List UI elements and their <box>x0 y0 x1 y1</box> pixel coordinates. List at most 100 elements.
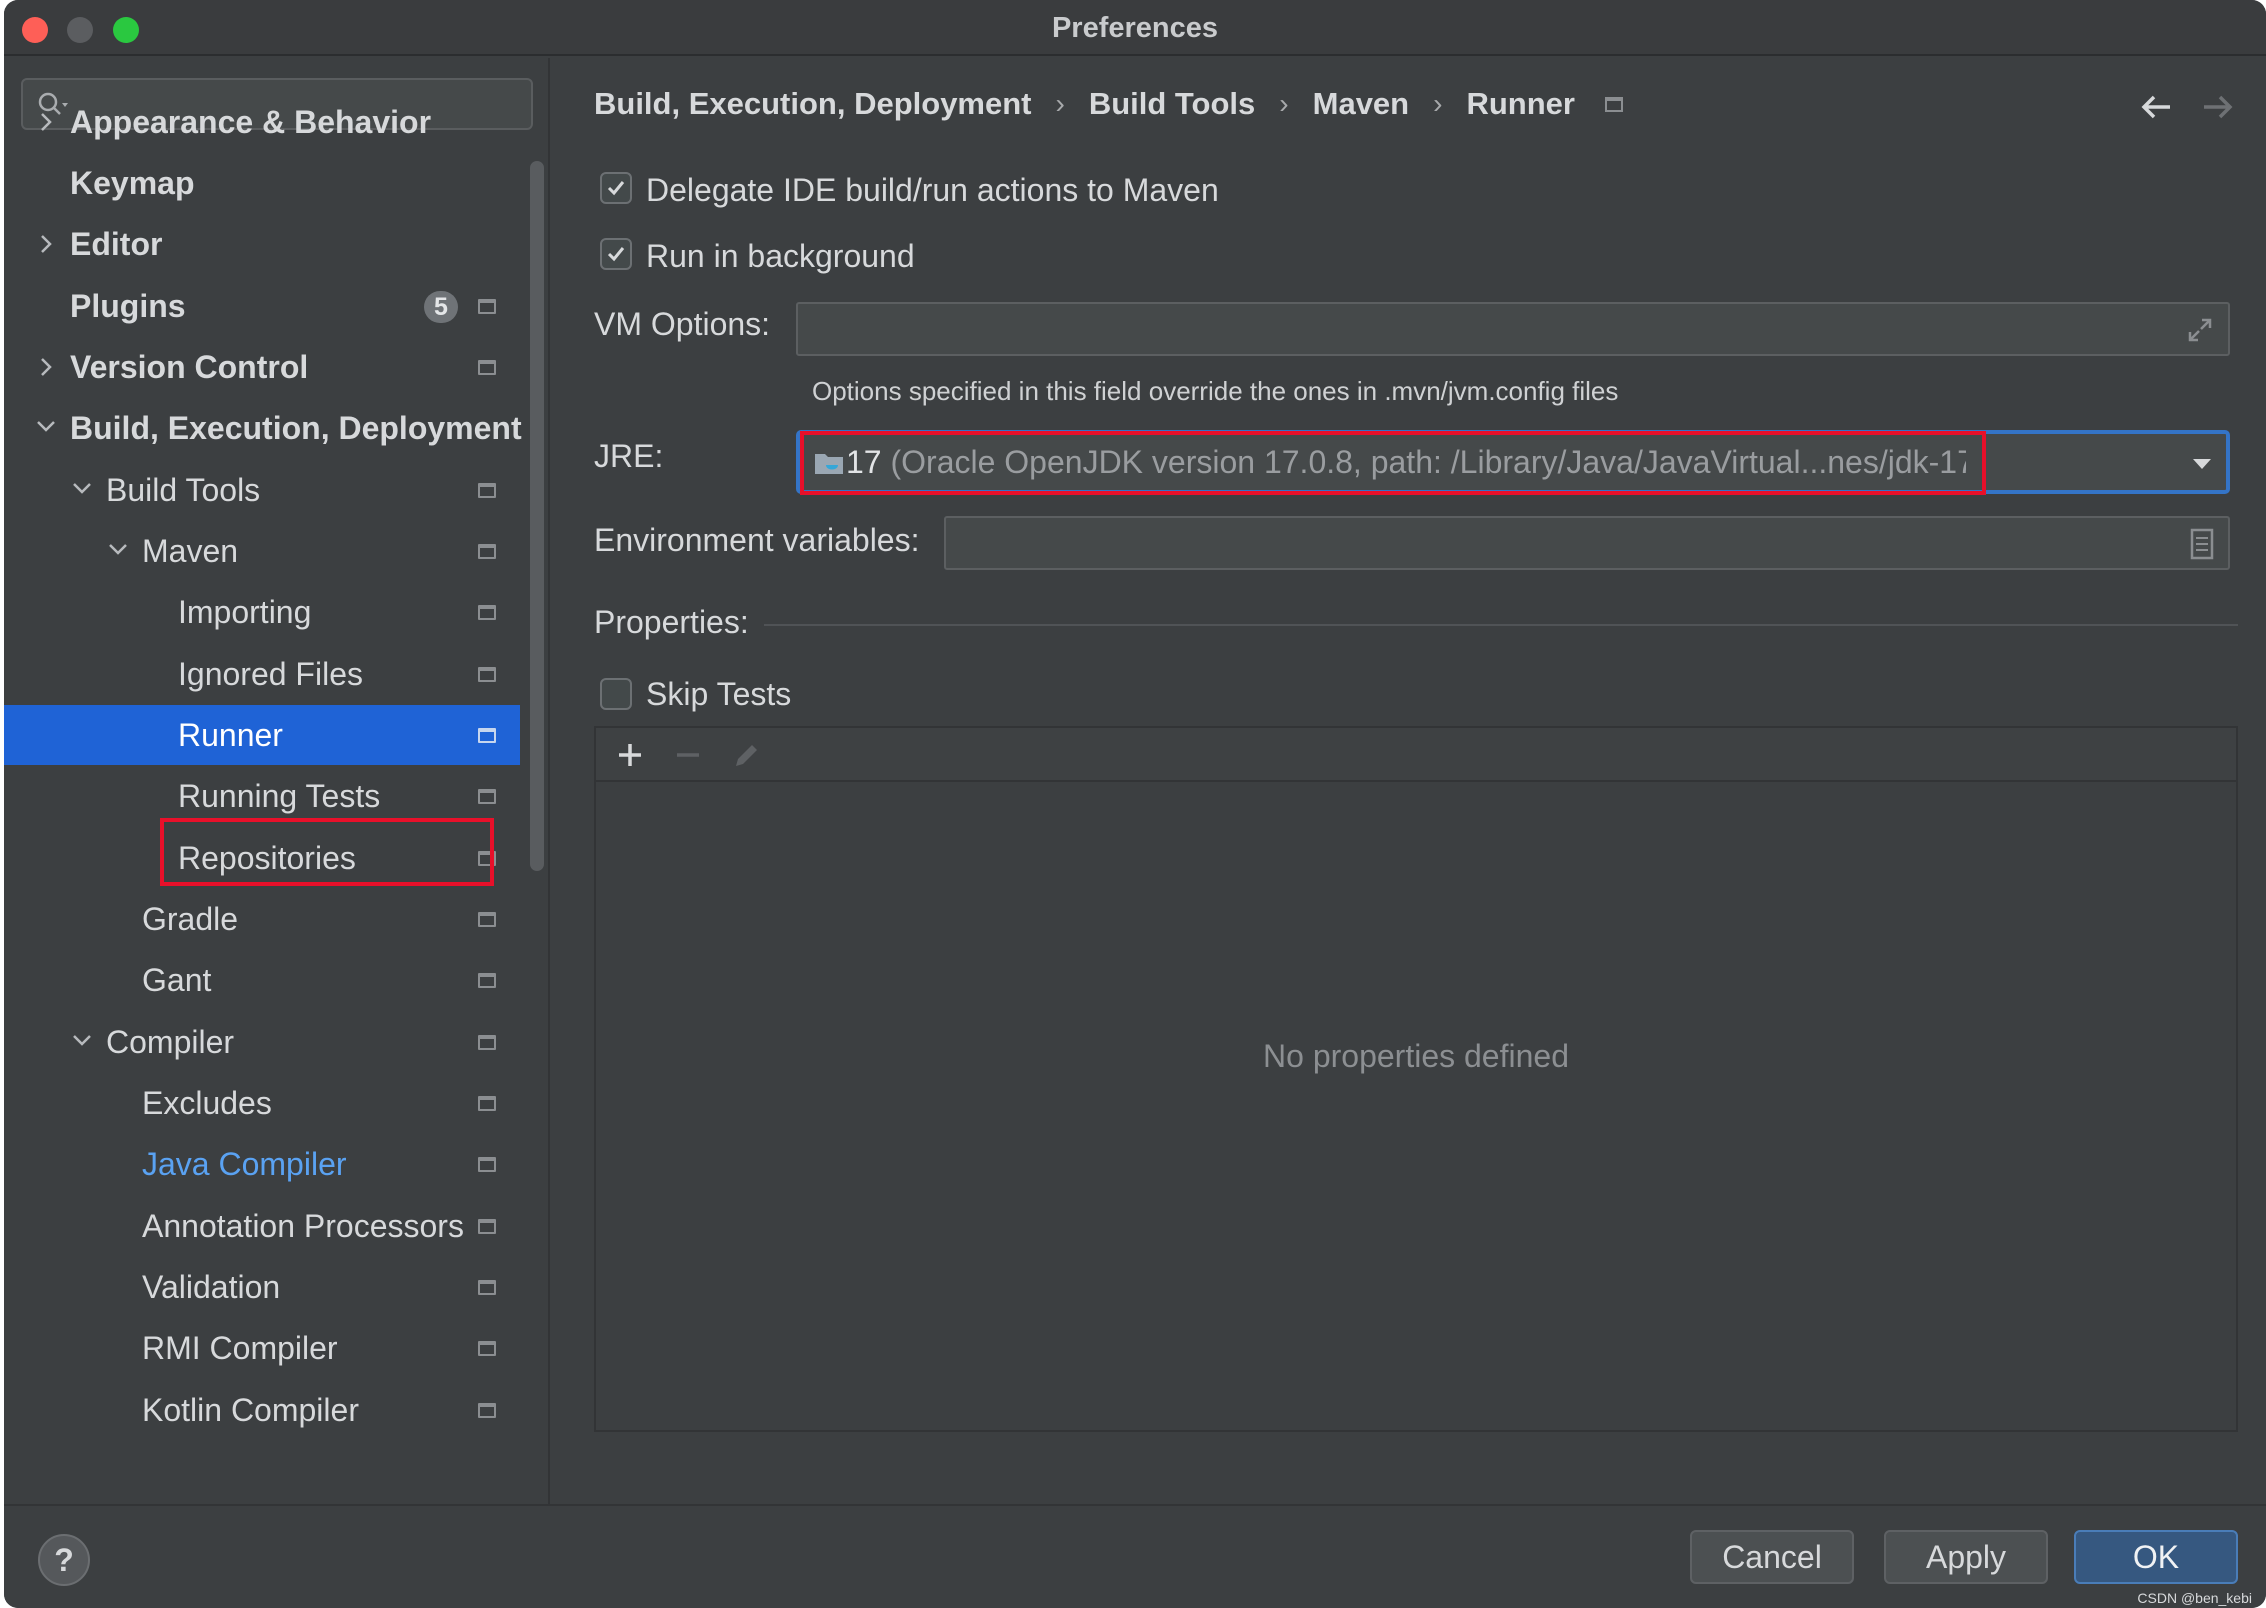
project-scope-icon <box>478 1280 496 1295</box>
sidebar-item-label: Maven <box>142 533 239 569</box>
dialog-footer: ? Cancel Apply OK CSDN @ben_kebi <box>4 1504 2266 1608</box>
breadcrumb-item[interactable]: Maven <box>1313 86 1409 122</box>
project-scope-icon <box>478 789 496 804</box>
project-scope-icon <box>478 851 496 866</box>
sidebar-item-label: Plugins <box>70 288 186 324</box>
sidebar-item-keymap[interactable]: Keymap <box>4 153 520 213</box>
chevron-down-icon[interactable] <box>66 460 96 520</box>
sidebar-item-build-tools[interactable]: Build Tools <box>4 460 520 520</box>
project-scope-icon <box>478 605 496 620</box>
edit-pencil-icon[interactable] <box>726 736 766 774</box>
sidebar-item-maven[interactable]: Maven <box>4 521 520 581</box>
sidebar-item-editor[interactable]: Editor <box>4 214 520 274</box>
sidebar-item-ignored-files[interactable]: Ignored Files <box>4 644 520 704</box>
jdk-folder-icon <box>815 454 843 474</box>
delegate-build-label[interactable]: Delegate IDE build/run actions to Maven <box>646 172 1219 209</box>
project-scope-icon <box>478 1341 496 1356</box>
project-scope-icon <box>1604 96 1623 112</box>
sidebar-item-kotlin-compiler[interactable]: Kotlin Compiler <box>4 1380 520 1440</box>
sidebar-item-gant[interactable]: Gant <box>4 950 520 1010</box>
sidebar-item-label: Gradle <box>142 901 239 937</box>
sidebar-item-label: Annotation Processors <box>142 1208 464 1244</box>
ok-button[interactable]: OK <box>2074 1530 2238 1584</box>
sidebar-item-running-tests[interactable]: Running Tests <box>4 766 520 826</box>
runner-settings-panel: Build, Execution, Deployment › Build Too… <box>552 58 2266 1504</box>
sidebar-item-gradle[interactable]: Gradle <box>4 889 520 949</box>
apply-button[interactable]: Apply <box>1884 1530 2048 1584</box>
sidebar-scrollbar[interactable] <box>530 161 544 871</box>
project-scope-icon <box>478 1096 496 1111</box>
project-scope-icon <box>478 912 496 927</box>
settings-sidebar: Appearance & Behavior Keymap Editor Plug… <box>4 58 550 1504</box>
delegate-build-checkbox[interactable] <box>600 172 632 204</box>
sidebar-item-repositories[interactable]: Repositories <box>4 828 520 888</box>
sidebar-item-label: Kotlin Compiler <box>142 1392 359 1428</box>
sidebar-item-rmi-compiler[interactable]: RMI Compiler <box>4 1318 520 1378</box>
run-in-background-checkbox[interactable] <box>600 238 632 270</box>
sidebar-item-validation[interactable]: Validation <box>4 1257 520 1317</box>
sidebar-item-annotation-processors[interactable]: Annotation Processors <box>4 1196 520 1256</box>
expand-icon[interactable] <box>2186 316 2214 344</box>
sidebar-item-label: Importing <box>178 594 312 630</box>
jre-version: 17 <box>846 444 882 480</box>
sidebar-item-label: Java Compiler <box>142 1146 347 1182</box>
sidebar-item-label: Compiler <box>106 1024 235 1060</box>
cancel-button[interactable]: Cancel <box>1690 1530 1854 1584</box>
sidebar-item-label: Gant <box>142 962 212 998</box>
remove-icon[interactable] <box>668 736 708 774</box>
chevron-right-icon[interactable] <box>32 337 62 397</box>
project-scope-icon <box>478 667 496 682</box>
skip-tests-label[interactable]: Skip Tests <box>646 676 791 713</box>
project-scope-icon <box>478 1403 496 1418</box>
jre-dropdown[interactable]: 17 (Oracle OpenJDK version 17.0.8, path:… <box>796 430 2230 494</box>
jre-detail: (Oracle OpenJDK version 17.0.8, path: /L… <box>890 444 1966 480</box>
breadcrumb-item[interactable]: Build, Execution, Deployment <box>594 86 1032 122</box>
sidebar-item-plugins[interactable]: Plugins 5 <box>4 276 520 336</box>
sidebar-item-label: Keymap <box>70 165 195 201</box>
sidebar-item-label: Appearance & Behavior <box>70 104 432 140</box>
breadcrumb-item[interactable]: Build Tools <box>1089 86 1255 122</box>
sidebar-item-importing[interactable]: Importing <box>4 582 520 642</box>
sidebar-item-build-execution-deployment[interactable]: Build, Execution, Deployment <box>4 398 522 458</box>
sidebar-item-label: Repositories <box>178 840 356 876</box>
vm-options-label: VM Options: <box>594 306 771 342</box>
environment-variables-label: Environment variables: <box>594 522 920 558</box>
chevron-down-icon[interactable] <box>2192 458 2212 470</box>
sidebar-item-appearance-behavior[interactable]: Appearance & Behavior <box>4 92 520 152</box>
back-arrow-icon[interactable] <box>2138 92 2174 122</box>
project-scope-icon <box>478 1157 496 1172</box>
properties-table: No properties defined <box>594 726 2238 1432</box>
project-scope-icon <box>478 1219 496 1234</box>
skip-tests-checkbox[interactable] <box>600 678 632 710</box>
chevron-down-icon[interactable] <box>102 521 132 581</box>
breadcrumb-item: Runner <box>1466 86 1575 121</box>
project-scope-icon <box>478 360 496 375</box>
chevron-down-icon[interactable] <box>30 398 60 458</box>
sidebar-item-java-compiler[interactable]: Java Compiler <box>4 1134 520 1194</box>
sidebar-item-runner[interactable]: Runner <box>4 705 520 765</box>
vm-options-input[interactable] <box>796 302 2230 356</box>
environment-variables-input[interactable] <box>944 516 2230 570</box>
sidebar-item-excludes[interactable]: Excludes <box>4 1073 520 1133</box>
sidebar-item-version-control[interactable]: Version Control <box>4 337 520 397</box>
project-scope-icon <box>478 299 496 314</box>
browse-document-icon[interactable] <box>2190 528 2214 560</box>
chevron-right-icon[interactable] <box>32 92 62 152</box>
project-scope-icon <box>478 973 496 988</box>
sidebar-item-compiler[interactable]: Compiler <box>4 1012 520 1072</box>
sidebar-item-label: Ignored Files <box>178 656 363 692</box>
breadcrumb: Build, Execution, Deployment › Build Too… <box>594 86 1623 122</box>
add-icon[interactable] <box>610 736 650 774</box>
properties-separator <box>764 624 2238 626</box>
properties-toolbar <box>596 728 2236 782</box>
vm-options-hint: Options specified in this field override… <box>812 376 1619 406</box>
preferences-window: Preferences Appearance & Behavior Keymap… <box>4 0 2266 1608</box>
chevron-down-icon[interactable] <box>66 1012 96 1072</box>
forward-arrow-icon[interactable] <box>2200 92 2236 122</box>
help-button[interactable]: ? <box>38 1534 90 1586</box>
run-in-background-label[interactable]: Run in background <box>646 238 915 275</box>
sidebar-item-label: RMI Compiler <box>142 1330 338 1366</box>
sidebar-item-label: Validation <box>142 1269 281 1305</box>
project-scope-icon <box>478 544 496 559</box>
chevron-right-icon[interactable] <box>32 214 62 274</box>
